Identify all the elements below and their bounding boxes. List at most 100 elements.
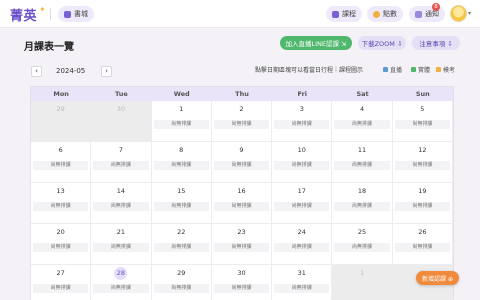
day-number-text: 29 <box>56 105 65 113</box>
bell-icon <box>415 10 422 18</box>
next-month-button[interactable]: › <box>101 66 112 77</box>
day-cell[interactable]: 7 尚無排課 <box>91 142 152 183</box>
weekday-wed: Wed <box>173 90 190 98</box>
day-number-text: 4 <box>359 105 365 113</box>
no-class-label: 尚無排課 <box>334 120 390 129</box>
legend-live: 直播 <box>383 65 402 74</box>
day-cell[interactable]: 17 尚無排課 <box>272 183 333 224</box>
day-cell[interactable]: 1 <box>332 265 393 300</box>
day-number: 1 <box>152 105 211 113</box>
day-cell[interactable]: 29 尚無排課 <box>152 265 212 300</box>
day-number-text: 29 <box>177 269 186 277</box>
day-number-text: 8 <box>179 146 184 154</box>
day-cell[interactable]: 29 <box>31 101 92 142</box>
day-number-text: 5 <box>420 105 425 113</box>
day-cell[interactable]: 16 尚無排課 <box>211 183 273 224</box>
notification-badge: 8 <box>432 3 440 11</box>
day-number: 30 <box>212 269 271 277</box>
day-cell[interactable]: 8 尚無排課 <box>151 142 212 183</box>
day-number: 29 <box>152 269 211 277</box>
day-number-text: 30 <box>237 269 246 277</box>
day-number-text: 28 <box>114 267 128 280</box>
day-number: 26 <box>393 228 452 236</box>
day-cell[interactable]: 20 尚無排課 <box>31 224 92 265</box>
day-number-text: 26 <box>418 228 427 236</box>
day-cell[interactable]: 28 尚無排課 <box>91 265 152 300</box>
course-icon <box>332 10 339 18</box>
no-class-label: 尚無排課 <box>274 120 330 129</box>
day-cell[interactable]: 24 尚無排課 <box>272 224 333 265</box>
book-icon <box>64 10 71 18</box>
day-cell[interactable]: 3 尚無排課 <box>272 101 333 142</box>
add-line-button[interactable]: 加入直播LINE認課 ⇲ <box>280 36 352 50</box>
day-number: 28 <box>91 267 150 280</box>
page: 菁英 ✦ 書城 課程 點數 通知 8 ▾ 月課表一覽 加入直播LINE認課 ⇲ … <box>0 0 480 300</box>
day-number: 7 <box>91 146 150 154</box>
no-class-label: 尚無排課 <box>213 161 270 170</box>
no-class-label: 尚無排課 <box>274 161 330 170</box>
day-number-text: 6 <box>58 146 63 154</box>
day-cell[interactable]: 5 尚無排課 <box>392 101 453 142</box>
points-button[interactable]: 點數 <box>367 6 403 22</box>
day-cell[interactable]: 31 尚無排課 <box>272 265 333 300</box>
day-cell[interactable]: 10 尚無排課 <box>272 142 333 183</box>
day-cell[interactable]: 19 尚無排課 <box>392 183 453 224</box>
sparkle-icon: ✦ <box>39 5 46 14</box>
day-number-text: 25 <box>357 228 367 236</box>
day-number: 27 <box>31 269 90 277</box>
no-class-label: 尚無排課 <box>93 161 149 170</box>
courses-button[interactable]: 課程 <box>326 6 362 22</box>
recorded-icon <box>411 67 416 72</box>
day-number-text: 16 <box>237 187 246 195</box>
day-cell[interactable]: 2 尚無排課 <box>211 101 273 142</box>
day-cell[interactable]: 30 尚無排課 <box>212 265 273 300</box>
day-cell[interactable]: 12 尚無排課 <box>392 142 453 183</box>
legend-recorded-label: 實體 <box>418 67 431 74</box>
day-cell[interactable]: 6 尚無排課 <box>31 142 92 183</box>
day-cell[interactable]: 27 尚無排課 <box>31 265 92 300</box>
books-button[interactable]: 書城 <box>58 6 94 22</box>
day-cell[interactable]: 26 尚無排課 <box>392 224 453 265</box>
day-number-text: 20 <box>56 228 65 236</box>
day-cell[interactable]: 15 尚無排課 <box>151 183 212 224</box>
day-cell[interactable]: 23 尚無排課 <box>211 224 273 265</box>
day-cell[interactable]: 9 尚無排課 <box>211 142 273 183</box>
day-cell[interactable]: 13 尚無排課 <box>31 183 92 224</box>
day-number: 20 <box>31 228 90 236</box>
legend-exam-label: 模考 <box>443 67 456 74</box>
day-number: 3 <box>272 105 331 113</box>
download-zoom-button[interactable]: 下載ZOOM ⇩ <box>358 36 406 50</box>
day-number-text: 2 <box>239 105 244 113</box>
day-number-text: 22 <box>177 228 186 236</box>
day-number: 5 <box>393 105 452 113</box>
day-cell[interactable]: 25 尚無排課 <box>332 224 393 265</box>
day-cell[interactable]: 30 <box>91 101 152 142</box>
day-number-text: 24 <box>297 228 306 236</box>
day-cell[interactable]: 11 尚無排課 <box>332 142 393 183</box>
day-number-text: 21 <box>116 228 126 236</box>
chevron-down-icon[interactable]: ▾ <box>468 10 471 17</box>
day-number-text: 14 <box>116 187 126 195</box>
day-cell[interactable]: 22 尚無排課 <box>151 224 212 265</box>
day-number: 13 <box>31 187 90 195</box>
exam-icon <box>436 67 441 72</box>
day-number-text: 13 <box>56 187 65 195</box>
no-class-label: 尚無排課 <box>334 243 390 252</box>
avatar[interactable] <box>450 5 467 22</box>
notes-button[interactable]: 注意事項 ⇩ <box>412 36 460 50</box>
day-cell[interactable]: 1 尚無排課 <box>151 101 212 142</box>
day-number-text: 1 <box>179 105 184 113</box>
add-course-button[interactable]: 新增認課 ⊕ <box>416 271 459 285</box>
logo[interactable]: 菁英 <box>10 5 37 24</box>
day-cell[interactable]: 18 尚無排課 <box>332 183 393 224</box>
day-cell[interactable]: 4 尚無排課 <box>332 101 393 142</box>
day-cell[interactable]: 21 尚無排課 <box>91 224 152 265</box>
no-class-label: 尚無排課 <box>394 120 450 129</box>
day-cell[interactable]: 14 尚無排課 <box>91 183 152 224</box>
no-class-label: 尚無排課 <box>33 161 89 170</box>
prev-month-button[interactable]: ‹ <box>31 66 42 77</box>
no-class-label: 尚無排課 <box>394 161 450 170</box>
day-number: 14 <box>91 187 150 195</box>
day-number-text: 31 <box>297 269 306 277</box>
day-number: 18 <box>332 187 391 195</box>
